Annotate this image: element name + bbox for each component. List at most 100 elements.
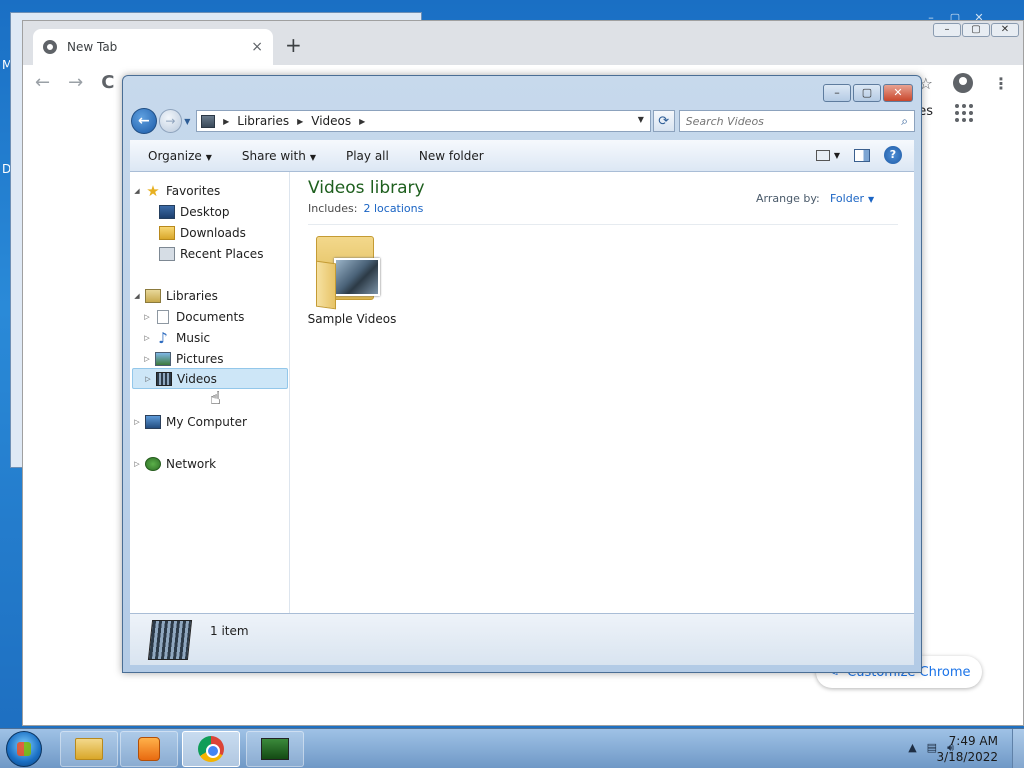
address-row: ← → ▼ ▶ Libraries ▶ Videos ▶ ▼ ⟳ ⌕	[131, 108, 916, 134]
forward-button[interactable]: →	[158, 109, 183, 133]
address-dropdown-icon[interactable]: ▼	[638, 115, 644, 124]
hand-cursor-icon: ☝	[210, 388, 221, 409]
explorer-window: – ▢ ✕ ← → ▼ ▶ Libraries ▶ Videos ▶ ▼ ⟳ ⌕…	[122, 75, 922, 673]
expand-arrow-icon[interactable]: ▷	[142, 355, 152, 363]
maximize-button[interactable]: ▢	[853, 84, 881, 102]
nav-item-music[interactable]: ▷ ♪ Music	[142, 327, 286, 348]
nav-item-my-computer[interactable]: ▷ My Computer	[132, 411, 288, 432]
apps-grid-icon[interactable]	[955, 104, 973, 122]
chrome-window-controls: – ▢ ✕	[933, 23, 1019, 37]
maximize-icon[interactable]: ▢	[962, 23, 990, 37]
tab-new-tab[interactable]: New Tab ×	[33, 29, 273, 65]
organize-button[interactable]: Organize ▼	[148, 149, 212, 163]
nav-item-label: Videos	[177, 371, 217, 386]
help-icon[interactable]: ?	[884, 146, 902, 164]
nav-item-label: Favorites	[166, 183, 221, 198]
nav-item-videos[interactable]: ▷ Videos	[132, 368, 288, 389]
item-count: 1 item	[210, 624, 249, 638]
folder-front-icon	[316, 260, 336, 310]
pictures-icon	[155, 351, 171, 366]
collapse-arrow-icon[interactable]: ◢	[132, 292, 142, 300]
nav-item-recent-places[interactable]: Recent Places	[156, 243, 286, 264]
minimize-icon[interactable]: –	[933, 23, 961, 37]
clock[interactable]: 7:49 AM 3/18/2022	[936, 733, 998, 765]
video-thumbnail	[334, 258, 380, 296]
nav-item-label: Network	[166, 456, 217, 471]
breadcrumb-libraries[interactable]: Libraries	[237, 114, 289, 128]
expand-arrow-icon[interactable]: ▷	[132, 418, 142, 426]
close-icon[interactable]: ✕	[991, 23, 1019, 37]
taskbar-monitor-button[interactable]	[246, 731, 304, 767]
resource-monitor-icon	[261, 738, 289, 760]
videos-library-large-icon	[147, 620, 193, 660]
recent-pages-dropdown-icon[interactable]: ▼	[184, 117, 194, 126]
arrange-by-dropdown[interactable]: Folder ▼	[830, 192, 874, 205]
libraries-icon	[145, 288, 161, 303]
desktop-icon	[159, 204, 175, 219]
expand-arrow-icon[interactable]: ▷	[132, 460, 142, 468]
downloads-icon	[159, 225, 175, 240]
profile-avatar-icon[interactable]	[953, 73, 973, 93]
music-note-icon: ♪	[158, 328, 168, 347]
arrange-by-label: Arrange by:	[756, 192, 820, 205]
start-button[interactable]	[6, 731, 42, 767]
nav-item-desktop[interactable]: Desktop	[156, 201, 286, 222]
close-button[interactable]: ✕	[883, 84, 913, 102]
expand-arrow-icon[interactable]: ▷	[142, 334, 152, 342]
search-input[interactable]	[685, 114, 886, 128]
nav-item-pictures[interactable]: ▷ Pictures	[142, 348, 286, 369]
taskbar-chrome-button[interactable]	[182, 731, 240, 767]
recent-places-icon	[159, 246, 175, 261]
back-arrow-icon[interactable]: ←	[35, 72, 50, 93]
folder-label: Sample Videos	[307, 312, 397, 326]
show-hidden-icons-icon[interactable]: ▲	[908, 741, 916, 755]
taskbar-media-player-button[interactable]	[120, 731, 178, 767]
search-icon[interactable]: ⌕	[901, 114, 908, 129]
share-with-button[interactable]: Share with ▼	[242, 149, 316, 163]
show-desktop-button[interactable]	[1012, 729, 1024, 768]
back-button[interactable]: ←	[131, 108, 157, 134]
preview-pane-icon[interactable]	[854, 148, 870, 162]
library-includes: Includes: 2 locations	[308, 202, 423, 215]
close-tab-icon[interactable]: ×	[251, 39, 263, 55]
expand-arrow-icon[interactable]: ▷	[142, 313, 152, 321]
play-all-button[interactable]: Play all	[346, 149, 389, 163]
forward-arrow-icon[interactable]: →	[68, 72, 83, 93]
tab-strip: New Tab × + – ▢ ✕	[23, 21, 1023, 65]
breadcrumb-separator-icon[interactable]: ▶	[223, 117, 229, 126]
folder-icon	[75, 738, 103, 760]
nav-item-label: Music	[176, 330, 211, 345]
nav-item-libraries[interactable]: ◢ Libraries	[132, 285, 288, 306]
clock-date: 3/18/2022	[936, 750, 998, 764]
folder-sample-videos[interactable]: Sample Videos	[304, 232, 400, 332]
breadcrumb-videos[interactable]: Videos	[311, 114, 351, 128]
chrome-favicon-icon	[43, 40, 57, 54]
new-tab-button[interactable]: +	[285, 35, 302, 55]
address-bar[interactable]: ▶ Libraries ▶ Videos ▶ ▼	[196, 110, 651, 132]
search-box[interactable]: ⌕	[678, 110, 916, 132]
nav-item-network[interactable]: ▷ Network	[132, 453, 288, 474]
network-icon	[145, 456, 161, 471]
expand-arrow-icon[interactable]: ▷	[143, 375, 153, 383]
locations-link[interactable]: 2 locations	[363, 202, 423, 215]
nav-item-favorites[interactable]: ◢ ★ Favorites	[132, 180, 288, 201]
menu-kebab-icon[interactable]: ⋮	[993, 74, 1009, 93]
nav-item-label: Libraries	[166, 288, 218, 303]
reload-icon[interactable]: C	[101, 72, 114, 93]
breadcrumb-separator-icon[interactable]: ▶	[359, 117, 365, 126]
change-view-icon[interactable]	[815, 149, 830, 161]
explorer-title-bar[interactable]: – ▢ ✕	[123, 76, 921, 108]
new-folder-button[interactable]: New folder	[419, 149, 484, 163]
computer-icon	[145, 414, 161, 429]
breadcrumb-separator-icon[interactable]: ▶	[297, 117, 303, 126]
taskbar-explorer-button[interactable]	[60, 731, 118, 767]
minimize-button[interactable]: –	[823, 84, 851, 102]
nav-item-downloads[interactable]: Downloads	[156, 222, 286, 243]
nav-item-label: Desktop	[180, 204, 230, 219]
collapse-arrow-icon[interactable]: ◢	[132, 187, 142, 195]
nav-item-label: Pictures	[176, 351, 224, 366]
nav-item-documents[interactable]: ▷ Documents	[142, 306, 286, 327]
refresh-button[interactable]: ⟳	[652, 110, 675, 132]
media-player-icon	[138, 737, 160, 761]
view-dropdown-icon[interactable]: ▼	[834, 151, 840, 160]
